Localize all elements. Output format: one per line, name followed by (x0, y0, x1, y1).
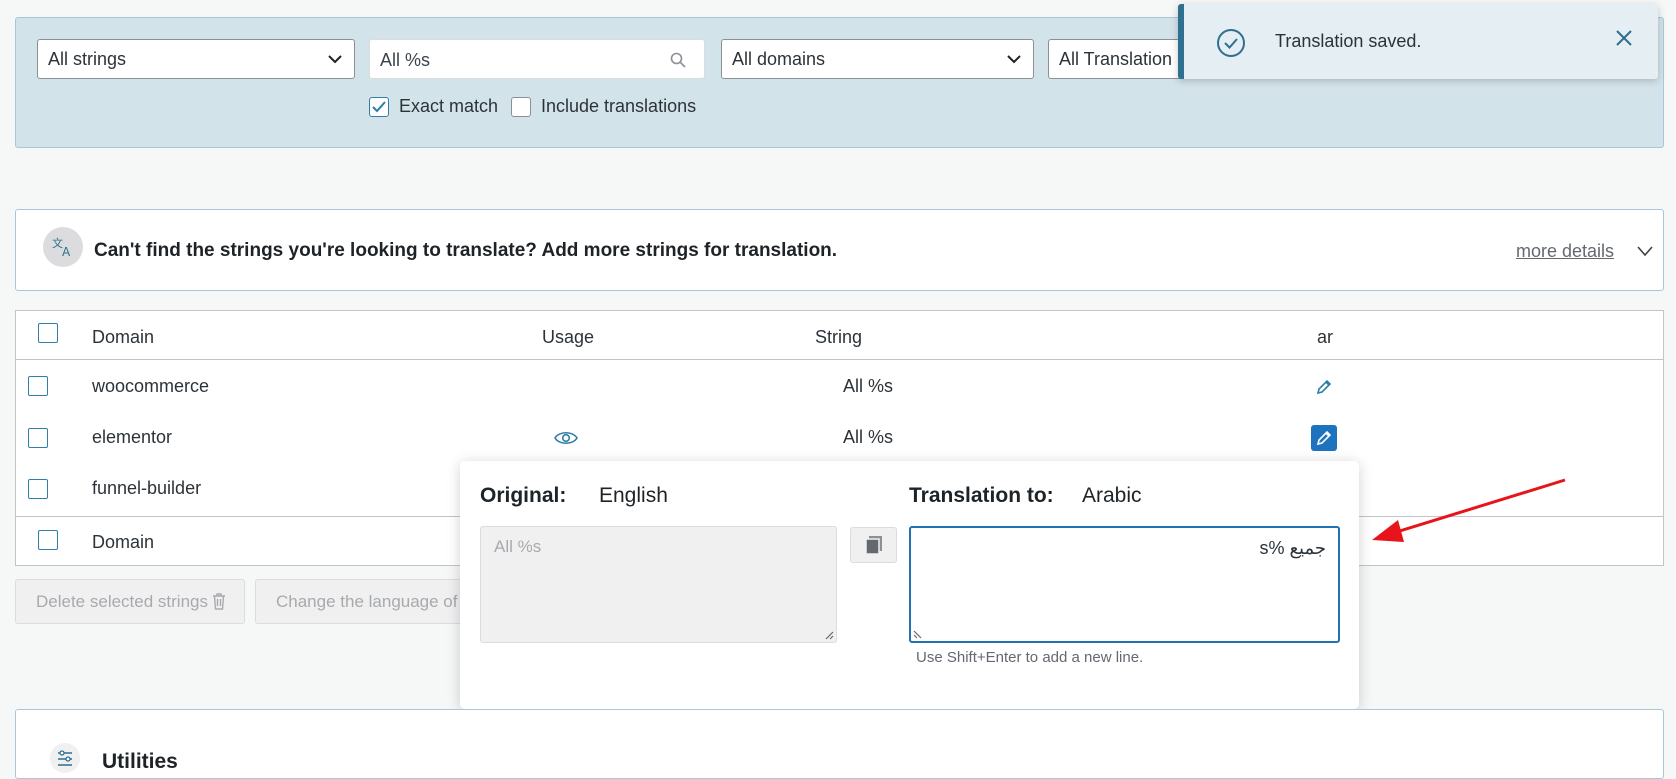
search-icon (670, 52, 686, 68)
checkmark-icon (372, 100, 386, 112)
original-text-field: All %s (480, 526, 837, 643)
chevron-down-icon (328, 55, 342, 64)
utilities-section: Utilities (15, 709, 1664, 779)
add-strings-notice: 文A Can't find the strings you're looking… (15, 209, 1664, 291)
delete-selected-label: Delete selected strings (36, 592, 208, 611)
annotation-arrow-icon (1372, 478, 1566, 542)
original-label: Original: (480, 484, 567, 507)
translate-icon: 文A (43, 227, 83, 267)
change-language-button[interactable]: Change the language of s (255, 579, 465, 624)
select-all-checkbox-footer[interactable] (38, 530, 58, 550)
change-language-label: Change the language of s (276, 592, 465, 611)
column-header-string[interactable]: String (815, 327, 862, 348)
copy-icon (864, 536, 882, 555)
domains-select-value: All domains (732, 49, 826, 69)
strings-select-value: All strings (48, 49, 127, 69)
exact-match-label: Exact match (399, 96, 499, 116)
column-header-usage: Usage (542, 327, 595, 347)
chevron-down-icon (1007, 55, 1021, 64)
select-all-checkbox[interactable] (38, 323, 58, 343)
sliders-icon (50, 743, 80, 773)
delete-selected-button[interactable]: Delete selected strings (15, 579, 245, 624)
pencil-icon (1316, 379, 1332, 395)
close-icon[interactable] (1614, 28, 1634, 48)
edit-translation-button[interactable] (1311, 374, 1337, 400)
svg-text:A: A (62, 245, 71, 258)
include-translations-checkbox[interactable] (511, 96, 531, 117)
utilities-title: Utilities (102, 750, 178, 773)
pencil-icon (1316, 430, 1332, 446)
column-header-domain[interactable]: Domain (92, 327, 154, 348)
translation-editor-popup: Original: English Translation to: Arabic… (460, 461, 1359, 709)
translation-language: Arabic (1082, 484, 1142, 507)
shift-enter-hint: Use Shift+Enter to add a new line. (916, 649, 1144, 666)
eye-icon[interactable] (554, 430, 578, 446)
row-domain: elementor (92, 427, 173, 447)
row-domain: funnel-builder (92, 478, 202, 498)
strings-select[interactable]: All strings (37, 39, 355, 79)
search-input[interactable]: All %s (369, 39, 705, 79)
translation-input-value: جميع %s (1259, 538, 1326, 558)
success-toast: Translation saved. (1178, 4, 1658, 79)
row-domain: woocommerce (92, 376, 210, 396)
notice-text: Can't find the strings you're looking to… (94, 240, 838, 261)
trash-icon (213, 593, 225, 610)
copy-original-button[interactable] (850, 527, 897, 563)
include-translations-option[interactable]: Include translations (511, 96, 696, 117)
exact-match-option[interactable]: Exact match (369, 96, 498, 117)
column-header-language: ar (1317, 327, 1334, 347)
more-details-link[interactable]: more details (1516, 241, 1614, 262)
original-text-value: All %s (494, 537, 542, 556)
row-string: All %s (843, 427, 894, 447)
include-translations-label: Include translations (541, 96, 697, 116)
row-string: All %s (843, 376, 894, 396)
check-circle-icon (1217, 29, 1245, 57)
resize-handle-icon[interactable] (824, 630, 834, 640)
row-checkbox[interactable] (28, 428, 48, 448)
translation-label: Translation to: (909, 484, 1054, 507)
chevron-down-icon[interactable] (1637, 245, 1653, 257)
row-checkbox[interactable] (28, 479, 48, 499)
translation-priority-value: All Translation P (1059, 49, 1190, 69)
search-input-value: All %s (380, 50, 431, 70)
exact-match-checkbox[interactable] (369, 96, 389, 117)
original-language: English (599, 484, 668, 507)
edit-translation-button[interactable] (1311, 425, 1337, 451)
header-divider (16, 359, 1663, 360)
resize-handle-icon[interactable] (913, 629, 923, 639)
row-checkbox[interactable] (28, 376, 48, 396)
column-footer-domain[interactable]: Domain (92, 532, 154, 553)
domains-select[interactable]: All domains (721, 39, 1034, 79)
translation-input[interactable]: جميع %s (909, 526, 1340, 643)
toast-message: Translation saved. (1275, 31, 1422, 51)
